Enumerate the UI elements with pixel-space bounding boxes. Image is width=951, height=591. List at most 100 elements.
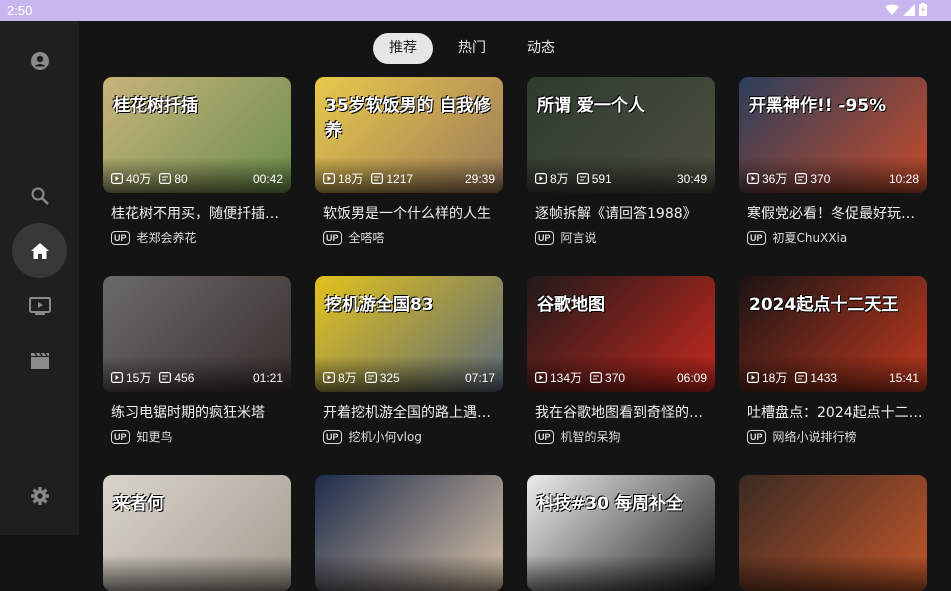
video-card[interactable] bbox=[739, 475, 927, 591]
video-card[interactable]: 2024起点十二天王 18万143315:41 吐槽盘点：2024起点十二天王 UP 网… bbox=[739, 276, 927, 445]
video-thumbnail[interactable]: 2024起点十二天王 18万143315:41 bbox=[739, 276, 927, 392]
uploader-row[interactable]: UP知更鸟 bbox=[103, 428, 291, 445]
video-title[interactable]: 逐帧拆解《请回答1988》 bbox=[527, 203, 715, 223]
thumbnail-caption: 2024起点十二天王 bbox=[749, 290, 917, 315]
video-card[interactable]: 挖机游全国838万32507:17 开着挖机游全国的路上遇到了 UP挖机小何vlog bbox=[315, 276, 503, 445]
tab-bar: 推荐 热门 动态 bbox=[373, 33, 580, 64]
uploader-name: 阿言说 bbox=[561, 229, 597, 246]
video-stats: 18万143315:41 bbox=[747, 369, 919, 386]
danmaku-icon bbox=[577, 173, 589, 184]
video-title[interactable]: 吐槽盘点：2024起点十二天王 bbox=[739, 402, 927, 422]
uploader-name: 初夏ChuXXia bbox=[773, 229, 848, 246]
uploader-row[interactable]: UP 阿言说 bbox=[527, 229, 715, 246]
video-card[interactable]: 35岁软饭男的 自我修养18万121729:39 软饭男是一个什么样的人生 UP全嗒… bbox=[315, 77, 503, 246]
play-count-icon bbox=[747, 372, 759, 383]
danmaku-icon bbox=[365, 372, 377, 383]
video-duration: 01:21 bbox=[253, 371, 283, 385]
play-count-icon bbox=[323, 173, 335, 184]
video-duration: 10:28 bbox=[889, 172, 919, 186]
battery-icon bbox=[919, 3, 927, 16]
status-bar: 2:50 bbox=[0, 0, 951, 21]
navigation-rail bbox=[0, 21, 79, 535]
uploader-row[interactable]: UP挖机小何vlog bbox=[315, 428, 503, 445]
video-duration: 00:42 bbox=[253, 172, 283, 186]
video-card[interactable]: 开黑神作!! -95%36万37010:28 寒假党必看！冬促最好玩的游戏 UP 初夏… bbox=[739, 77, 927, 246]
home-button[interactable] bbox=[12, 223, 67, 278]
account-button[interactable] bbox=[12, 33, 67, 88]
tab-recommended[interactable]: 推荐 bbox=[373, 33, 433, 64]
video-title[interactable]: 寒假党必看！冬促最好玩的游戏 bbox=[739, 203, 927, 223]
video-card[interactable]: 15万45601:21 练习电锯时期的疯狂米塔 UP知更鸟 bbox=[103, 276, 291, 445]
video-thumbnail[interactable]: 科技#30 每周补全 bbox=[527, 475, 715, 591]
up-badge-icon: UP bbox=[535, 231, 554, 245]
live-tv-button[interactable] bbox=[12, 278, 67, 333]
danmaku-icon bbox=[159, 372, 171, 383]
up-badge-icon: UP bbox=[747, 231, 766, 245]
video-duration: 07:17 bbox=[465, 371, 495, 385]
video-thumbnail[interactable]: 35岁软饭男的 自我修养18万121729:39 bbox=[315, 77, 503, 193]
video-card[interactable]: 所谓 爱一个人8万59130:49逐帧拆解《请回答1988》UP阿言说 bbox=[527, 77, 715, 246]
danmaku-icon bbox=[371, 173, 383, 184]
uploader-row[interactable]: UP 机智的呆狗 bbox=[527, 428, 715, 445]
video-stats: 8万32507:17 bbox=[323, 369, 495, 386]
danmaku-count: 370 bbox=[605, 371, 625, 385]
video-stats: 15万45601:21 bbox=[111, 369, 283, 386]
thumbnail-caption: 来者何 bbox=[113, 489, 281, 514]
view-count: 8万 bbox=[550, 170, 569, 187]
video-thumbnail[interactable]: 开黑神作!! -95%36万37010:28 bbox=[739, 77, 927, 193]
video-thumbnail[interactable]: 桂花树扦插40万8000:42 bbox=[103, 77, 291, 193]
uploader-row[interactable]: UP 初夏ChuXXia bbox=[739, 229, 927, 246]
view-count: 15万 bbox=[126, 369, 151, 386]
up-badge-icon: UP bbox=[535, 430, 554, 444]
video-stats: 40万8000:42 bbox=[111, 170, 283, 187]
video-card[interactable]: 来者何 bbox=[103, 475, 291, 591]
view-count: 134万 bbox=[550, 369, 582, 386]
danmaku-icon bbox=[590, 372, 602, 383]
uploader-row[interactable]: UP老郑会养花 bbox=[103, 229, 291, 246]
uploader-row[interactable]: UP全嗒嗒 bbox=[315, 229, 503, 246]
video-duration: 29:39 bbox=[465, 172, 495, 186]
video-thumbnail[interactable]: 所谓 爱一个人8万59130:49 bbox=[527, 77, 715, 193]
danmaku-count: 1433 bbox=[810, 371, 837, 385]
danmaku-icon bbox=[159, 173, 171, 184]
view-count: 36万 bbox=[762, 170, 787, 187]
tab-popular[interactable]: 热门 bbox=[442, 33, 502, 64]
uploader-row[interactable]: UP 网络小说排行榜 bbox=[739, 428, 927, 445]
video-thumbnail[interactable]: 挖机游全国838万32507:17 bbox=[315, 276, 503, 392]
video-title[interactable]: 开着挖机游全国的路上遇到了 bbox=[315, 402, 503, 422]
video-title[interactable]: 我在谷歌地图看到奇怪的东西 bbox=[527, 402, 715, 422]
view-count: 8万 bbox=[338, 369, 357, 386]
video-card[interactable] bbox=[315, 475, 503, 591]
clapperboard-icon bbox=[30, 352, 50, 370]
video-title[interactable]: 练习电锯时期的疯狂米塔 bbox=[103, 402, 291, 422]
main-content: 推荐 热门 动态 桂花树扦插40万8000:42 桂花树不用买，随便扦插就能活 UP… bbox=[79, 21, 951, 535]
danmaku-icon bbox=[795, 372, 807, 383]
play-count-icon bbox=[323, 372, 335, 383]
thumbnail-caption: 所谓 爱一个人 bbox=[537, 91, 705, 116]
tab-dynamic[interactable]: 动态 bbox=[511, 33, 571, 64]
uploader-name: 网络小说排行榜 bbox=[773, 428, 857, 445]
movies-button[interactable] bbox=[12, 333, 67, 388]
search-icon bbox=[30, 186, 50, 206]
search-button[interactable] bbox=[12, 168, 67, 223]
view-count: 40万 bbox=[126, 170, 151, 187]
video-thumbnail[interactable]: 谷歌地图134万37006:09 bbox=[527, 276, 715, 392]
video-stats: 36万37010:28 bbox=[747, 170, 919, 187]
video-thumbnail[interactable]: 15万45601:21 bbox=[103, 276, 291, 392]
video-thumbnail[interactable] bbox=[739, 475, 927, 591]
up-badge-icon: UP bbox=[111, 231, 130, 245]
view-count: 18万 bbox=[338, 170, 363, 187]
video-card[interactable]: 科技#30 每周补全 bbox=[527, 475, 715, 591]
video-thumbnail[interactable] bbox=[315, 475, 503, 591]
up-badge-icon: UP bbox=[323, 231, 342, 245]
danmaku-icon bbox=[795, 173, 807, 184]
settings-button[interactable] bbox=[12, 468, 67, 523]
video-title[interactable]: 软饭男是一个什么样的人生 bbox=[315, 203, 503, 223]
video-thumbnail[interactable]: 来者何 bbox=[103, 475, 291, 591]
video-stats: 18万121729:39 bbox=[323, 170, 495, 187]
video-title[interactable]: 桂花树不用买，随便扦插就能活 bbox=[103, 203, 291, 223]
video-card[interactable]: 桂花树扦插40万8000:42 桂花树不用买，随便扦插就能活 UP老郑会养花 bbox=[103, 77, 291, 246]
uploader-name: 机智的呆狗 bbox=[561, 428, 621, 445]
up-badge-icon: UP bbox=[747, 430, 766, 444]
video-card[interactable]: 谷歌地图134万37006:09我在谷歌地图看到奇怪的东西UP机智的呆狗 bbox=[527, 276, 715, 445]
